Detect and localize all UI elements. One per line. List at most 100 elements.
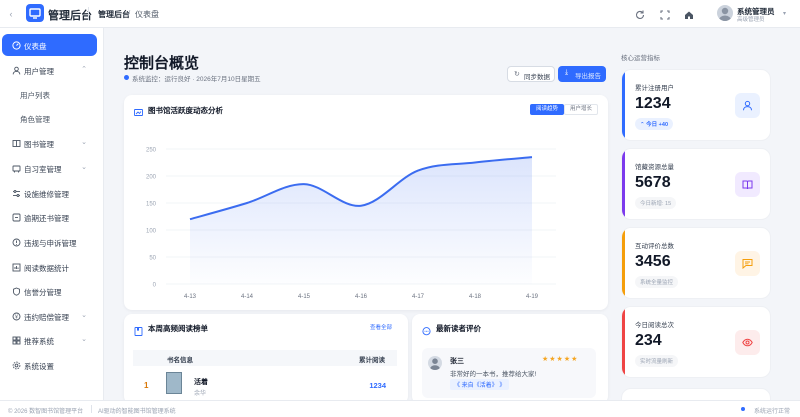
- accent-bar: [622, 228, 625, 298]
- stat-label: 今日阅读总次: [635, 322, 674, 329]
- export-report-button[interactable]: ⤓ 导出报告: [558, 66, 606, 82]
- room-icon: [12, 164, 21, 173]
- recommend-icon: [12, 336, 21, 345]
- sidebar-item-reading-stats[interactable]: 阅读数据统计: [2, 256, 97, 278]
- chart-title: 图书馆活跃度动态分析: [148, 106, 223, 115]
- chevron-down-icon: ⌄: [81, 312, 87, 319]
- book-icon: [735, 172, 760, 197]
- rating-stars: ★★★★★: [542, 356, 579, 363]
- system-monitor-text: 系统监控：运行良好 · 2026年7月10日星期五: [132, 76, 261, 83]
- x-tick-label: 4-14: [241, 294, 254, 300]
- chevron-down-icon: ⌄: [81, 336, 87, 343]
- sidebar-item-settings[interactable]: 系统设置: [2, 354, 97, 376]
- chart-icon: [134, 105, 143, 116]
- x-tick-label: 4-15: [298, 294, 311, 300]
- footer-divider: [91, 405, 92, 413]
- footer-tagline: AI驱动的智能图书馆管理系统: [98, 409, 176, 415]
- sidebar-item-dashboard[interactable]: 仪表盘: [2, 34, 97, 56]
- fullscreen-icon[interactable]: [659, 8, 671, 20]
- view-all-link[interactable]: 查看全部: [370, 323, 392, 331]
- sidebar-item-role-management[interactable]: 角色管理: [20, 114, 50, 125]
- sidebar-item-label: 用户管理: [24, 67, 54, 76]
- sidebar-item-users[interactable]: 用户管理 ⌃: [2, 59, 97, 81]
- book-cover-image[interactable]: [166, 372, 182, 394]
- bookmark-icon: [134, 323, 143, 336]
- chevron-down-icon[interactable]: ▾: [783, 10, 786, 17]
- reviewer-avatar: [428, 356, 442, 370]
- sidebar-item-books[interactable]: 图书管理 ⌄: [2, 132, 97, 154]
- accent-bar: [622, 307, 625, 377]
- breadcrumb-home[interactable]: 管理后台: [98, 9, 130, 20]
- sidebar-item-label: 推荐系统: [24, 337, 54, 346]
- rank-number: 1: [144, 381, 149, 390]
- chevron-up-icon: ⌃: [81, 66, 87, 73]
- stat-card-users: 累计注册用户 1234 ⌃ 今日 +40: [621, 69, 771, 141]
- y-tick-label: 200: [146, 175, 157, 181]
- core-metrics-heading: 核心运营指标: [621, 55, 660, 62]
- sidebar-item-user-list[interactable]: 用户列表: [20, 90, 50, 101]
- home-icon[interactable]: [683, 8, 695, 20]
- credit-icon: [12, 287, 21, 296]
- sidebar-item-label: 逾期还书管理: [24, 214, 69, 223]
- review-source-book[interactable]: 《 来自《活着》 》: [450, 379, 510, 390]
- dashboard-icon: [12, 41, 21, 50]
- collapse-sidebar-button[interactable]: ‹: [6, 8, 16, 20]
- y-tick-label: 50: [149, 256, 156, 262]
- book-title[interactable]: 活着: [194, 377, 208, 387]
- sidebar-item-label: 自习室管理: [24, 165, 62, 174]
- page-title: 控制台概览: [124, 55, 200, 72]
- sidebar-item-compensation[interactable]: ¥ 违约赔偿管理 ⌄: [2, 305, 97, 327]
- user-avatar[interactable]: [717, 5, 733, 21]
- book-icon: [12, 139, 21, 148]
- brand-title: 管理后台: [48, 10, 92, 22]
- weekly-ranking-card: 本周高频阅读榜单 查看全部 书名信息 累计阅读 1 活着 余华 1234: [124, 314, 408, 404]
- y-tick-label: 0: [153, 283, 157, 289]
- settings-icon: [12, 361, 21, 370]
- stat-label: 馆藏资源总量: [635, 164, 674, 171]
- logo-icon: [26, 4, 44, 22]
- sync-icon: ↻: [514, 71, 520, 78]
- chevron-down-icon: ⌄: [81, 164, 87, 171]
- x-tick-label: 4-13: [184, 294, 197, 300]
- breadcrumb-separator: /: [128, 9, 131, 18]
- stat-card-collection: 馆藏资源总量 5678 今日新增: 15: [621, 148, 771, 220]
- x-tick-label: 4-16: [355, 294, 368, 300]
- y-tick-label: 150: [146, 202, 157, 208]
- comment-icon: [735, 251, 760, 276]
- book-author: 余华: [194, 391, 207, 397]
- footer: © 2026 数智图书馆管理平台 AI驱动的智能图书馆管理系统 系统运行正常: [0, 400, 800, 417]
- sidebar-item-appeals[interactable]: 违规与申诉管理: [2, 231, 97, 253]
- svg-text:¥: ¥: [15, 315, 18, 321]
- reviews-title: 最新读者评价: [436, 324, 481, 333]
- sidebar-item-overdue[interactable]: 逾期还书管理: [2, 206, 97, 228]
- x-tick-label: 4-17: [412, 294, 425, 300]
- system-status-text: 系统运行正常: [753, 409, 790, 415]
- refresh-icon[interactable]: [634, 8, 646, 20]
- sync-data-button[interactable]: ↻ 同步数据: [507, 66, 555, 82]
- sidebar-item-recommend[interactable]: 推荐系统 ⌄: [2, 329, 97, 351]
- sidebar-item-credit-score[interactable]: 信誉分管理: [2, 280, 97, 302]
- x-tick-label: 4-19: [526, 294, 539, 300]
- tools-icon: [12, 189, 21, 198]
- sidebar-item-label: 违约赔偿管理: [24, 313, 69, 322]
- eye-icon: [735, 330, 760, 355]
- column-header-book: 书名信息: [167, 357, 193, 364]
- ranking-title: 本周高频阅读榜单: [148, 324, 208, 333]
- y-tick-label: 100: [146, 229, 157, 235]
- breadcrumb-current: 仪表盘: [135, 10, 159, 19]
- stat-badge: 系统全量监控: [635, 276, 679, 288]
- read-count: 1234: [369, 381, 386, 390]
- tab-reading-trend[interactable]: 阅读趋势: [530, 104, 564, 115]
- sidebar-item-label: 仪表盘: [24, 42, 47, 51]
- sidebar-item-label: 系统设置: [24, 362, 54, 371]
- latest-reviews-card: 最新读者评价 张三 ★★★★★ 非常好的一本书，推荐给大家! 《 来自《活着》 …: [412, 314, 608, 404]
- sidebar-item-study-room[interactable]: 自习室管理 ⌄: [2, 157, 97, 179]
- status-dot: [741, 407, 745, 411]
- tab-user-growth[interactable]: 用户增长: [564, 104, 598, 115]
- user-icon: [735, 93, 760, 118]
- stat-label: 累计注册用户: [635, 85, 674, 92]
- sidebar-item-facility-repair[interactable]: 设施维修管理: [2, 182, 97, 204]
- accent-bar: [622, 70, 625, 140]
- chevron-down-icon: ⌄: [81, 139, 87, 146]
- header-divider: [88, 7, 89, 20]
